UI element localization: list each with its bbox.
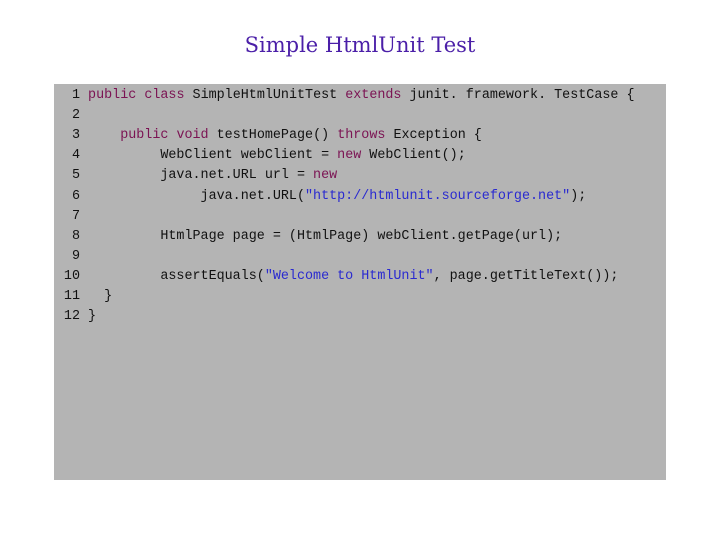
- slide-title: Simple HtmlUnit Test: [244, 33, 476, 57]
- line-number: 5: [71, 168, 80, 184]
- code-line: 9: [54, 247, 80, 267]
- code-text: );: [570, 188, 587, 204]
- code-line: 3 public void testHomePage() throws Exce…: [54, 126, 482, 146]
- code-line: 11 }: [54, 287, 112, 307]
- code-line: 7: [54, 207, 80, 227]
- code-text: java.net.URL url =: [80, 168, 314, 184]
- line-number: 10: [63, 268, 80, 284]
- code-text: testHomePage(): [208, 128, 338, 144]
- code-keyword: extends: [345, 88, 402, 103]
- code-keyword: new: [337, 148, 362, 164]
- code-line: 5 java.net.URL url = new: [54, 166, 337, 186]
- code-line: 10 assertEquals("Welcome to HtmlUnit", p…: [54, 267, 618, 287]
- code-keyword: public: [88, 88, 137, 103]
- code-keyword: new: [313, 168, 338, 184]
- code-keyword: throws: [337, 128, 386, 144]
- line-number: 9: [71, 248, 80, 264]
- code-text: assertEquals(: [80, 268, 265, 284]
- code-text: , page.getTitleText());: [433, 268, 619, 284]
- code-keyword: public: [120, 128, 169, 144]
- line-number: 6: [71, 188, 80, 204]
- code-line: 6 java.net.URL("http://htmlunit.sourcefo…: [54, 187, 586, 207]
- line-number: 7: [71, 208, 80, 224]
- line-number: 12: [63, 309, 80, 325]
- line-number: 11: [63, 289, 80, 304]
- code-line: 1 public class SimpleHtmlUnitTest extend…: [54, 86, 635, 106]
- code-text: java.net.URL(: [80, 188, 305, 204]
- code-text: }: [80, 309, 97, 325]
- code-text: }: [80, 289, 113, 304]
- code-text: Exception {: [385, 128, 482, 144]
- code-keyword: class: [144, 88, 185, 103]
- code-text: HtmlPage page = (HtmlPage) webClient.get…: [80, 228, 563, 244]
- code-line: 2: [54, 106, 80, 126]
- line-number: 4: [71, 148, 80, 164]
- line-number: 8: [71, 228, 80, 244]
- code-line: 4 WebClient webClient = new WebClient();: [54, 146, 466, 166]
- code-line: 8 HtmlPage page = (HtmlPage) webClient.g…: [54, 227, 562, 247]
- line-number: 3: [71, 128, 80, 144]
- code-text: WebClient webClient =: [80, 148, 338, 164]
- line-number: 1: [71, 88, 80, 103]
- code-text: WebClient();: [361, 148, 466, 164]
- code-string: "http://htmlunit.sourceforge.net": [305, 188, 571, 204]
- code-keyword: void: [176, 128, 209, 144]
- code-string: "Welcome to HtmlUnit": [264, 268, 434, 284]
- code-listing: 1 public class SimpleHtmlUnitTest extend…: [54, 84, 666, 480]
- line-number: 2: [71, 108, 80, 124]
- code-line: 12 }: [54, 307, 96, 327]
- code-text: SimpleHtmlUnitTest: [184, 88, 346, 103]
- code-text: junit. framework. TestCase {: [401, 88, 635, 103]
